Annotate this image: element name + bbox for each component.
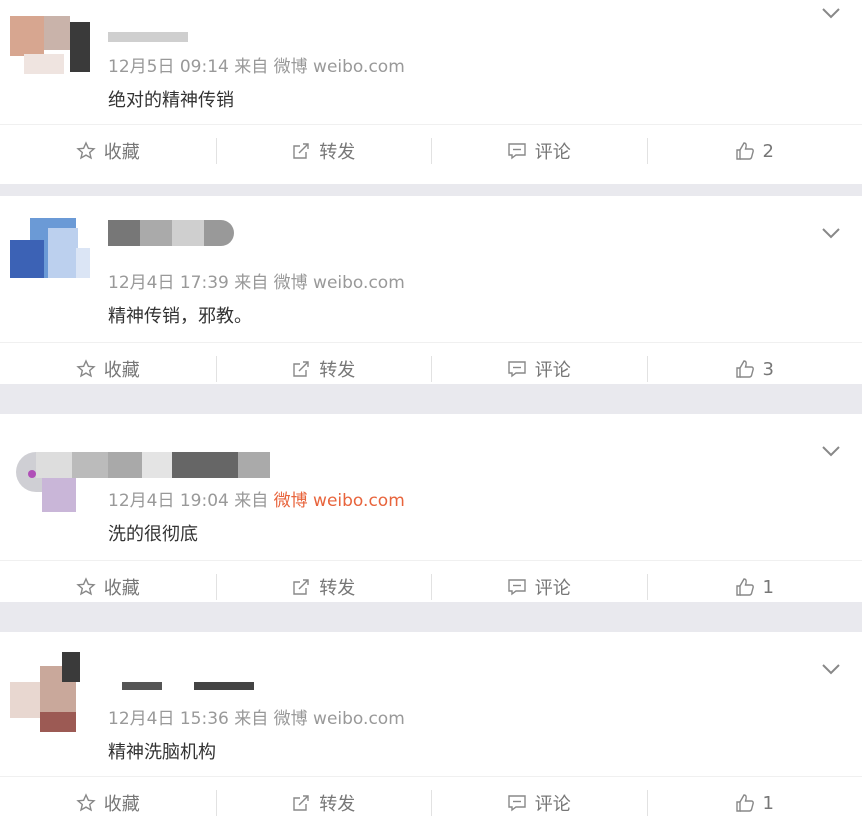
action-bar: 收藏 转发 评论 1: [0, 560, 862, 613]
comment-meta: 12月4日 17:39 来自 微博 weibo.com: [108, 268, 405, 293]
edit-share-icon: [291, 793, 311, 813]
action-bar: 收藏 转发 评论 2: [0, 124, 862, 177]
repost-label: 转发: [319, 138, 355, 164]
chevron-down-icon[interactable]: [820, 222, 842, 244]
repost-button[interactable]: 转发: [216, 125, 432, 177]
repost-button[interactable]: 转发: [216, 561, 432, 613]
comment-bubble-icon: [507, 141, 527, 161]
source-link[interactable]: 微博 weibo.com: [274, 709, 405, 729]
comment-label: 评论: [535, 138, 571, 164]
avatar[interactable]: [10, 218, 90, 278]
comment-button[interactable]: 评论: [431, 777, 647, 829]
like-count: 3: [763, 359, 774, 380]
like-button[interactable]: 3: [647, 343, 862, 395]
collect-button[interactable]: 收藏: [0, 343, 216, 395]
comment-button[interactable]: 评论: [431, 125, 647, 177]
comment-button[interactable]: 评论: [431, 561, 647, 613]
like-count: 2: [763, 141, 774, 162]
comment-label: 评论: [535, 356, 571, 382]
username-blurred[interactable]: [36, 446, 276, 480]
comment-feed: 12月5日 09:14 来自 微博 weibo.com 绝对的精神传销 收藏 转…: [0, 0, 862, 828]
edit-share-icon: [291, 577, 311, 597]
collect-label: 收藏: [104, 356, 140, 382]
avatar[interactable]: [10, 16, 90, 76]
like-button[interactable]: 1: [647, 777, 862, 829]
star-outline-icon: [76, 141, 96, 161]
source-link[interactable]: 微博 weibo.com: [274, 57, 405, 77]
comment-card: 12月4日 15:36 来自 微博 weibo.com 精神洗脑机构 收藏 转发…: [0, 632, 862, 832]
repost-label: 转发: [319, 574, 355, 600]
collect-label: 收藏: [104, 574, 140, 600]
comment-meta: 12月4日 19:04 来自 微博 weibo.com: [108, 486, 405, 511]
comment-bubble-icon: [507, 793, 527, 813]
repost-button[interactable]: 转发: [216, 343, 432, 395]
action-bar: 收藏 转发 评论 1: [0, 776, 862, 829]
username-blurred[interactable]: [108, 214, 278, 248]
comment-label: 评论: [535, 790, 571, 816]
edit-share-icon: [291, 141, 311, 161]
comment-card: 12月4日 19:04 来自 微博 weibo.com 洗的很彻底 收藏 转发 …: [0, 414, 862, 602]
comment-text: 精神洗脑机构: [108, 738, 216, 764]
thumbs-up-icon: [735, 141, 755, 161]
chevron-down-icon[interactable]: [820, 440, 842, 462]
comment-card: 12月5日 09:14 来自 微博 weibo.com 绝对的精神传销 收藏 转…: [0, 0, 862, 184]
chevron-down-icon[interactable]: [820, 658, 842, 680]
source-link[interactable]: 微博 weibo.com: [274, 491, 405, 511]
collect-button[interactable]: 收藏: [0, 561, 216, 613]
source-link[interactable]: 微博 weibo.com: [274, 273, 405, 293]
edit-share-icon: [291, 359, 311, 379]
star-outline-icon: [76, 577, 96, 597]
username-blurred[interactable]: [108, 668, 278, 702]
comment-meta: 12月4日 15:36 来自 微博 weibo.com: [108, 704, 405, 729]
like-count: 1: [763, 577, 774, 598]
thumbs-up-icon: [735, 359, 755, 379]
comment-bubble-icon: [507, 359, 527, 379]
comment-label: 评论: [535, 574, 571, 600]
thumbs-up-icon: [735, 577, 755, 597]
comment-card: 12月4日 17:39 来自 微博 weibo.com 精神传销，邪教。 收藏 …: [0, 196, 862, 384]
username-blurred[interactable]: [108, 14, 278, 48]
collect-button[interactable]: 收藏: [0, 125, 216, 177]
collect-label: 收藏: [104, 790, 140, 816]
like-button[interactable]: 1: [647, 561, 862, 613]
avatar[interactable]: [10, 652, 90, 732]
repost-label: 转发: [319, 790, 355, 816]
comment-text: 绝对的精神传销: [108, 86, 234, 112]
repost-button[interactable]: 转发: [216, 777, 432, 829]
action-bar: 收藏 转发 评论 3: [0, 342, 862, 395]
comment-text: 洗的很彻底: [108, 520, 198, 546]
thumbs-up-icon: [735, 793, 755, 813]
comment-meta: 12月5日 09:14 来自 微博 weibo.com: [108, 52, 405, 77]
like-button[interactable]: 2: [647, 125, 862, 177]
star-outline-icon: [76, 793, 96, 813]
star-outline-icon: [76, 359, 96, 379]
like-count: 1: [763, 793, 774, 814]
comment-text: 精神传销，邪教。: [108, 302, 252, 328]
comment-bubble-icon: [507, 577, 527, 597]
repost-label: 转发: [319, 356, 355, 382]
chevron-down-icon[interactable]: [820, 2, 842, 24]
collect-label: 收藏: [104, 138, 140, 164]
comment-button[interactable]: 评论: [431, 343, 647, 395]
collect-button[interactable]: 收藏: [0, 777, 216, 829]
